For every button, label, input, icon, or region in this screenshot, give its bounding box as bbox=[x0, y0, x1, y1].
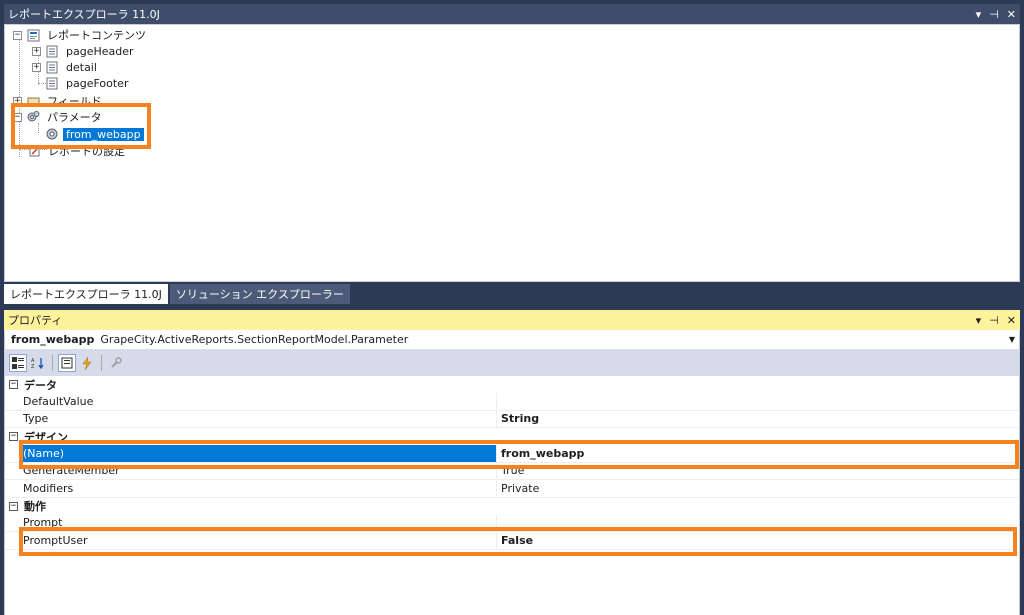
category-behavior[interactable]: − 動作 bbox=[5, 497, 1019, 515]
collapse-icon[interactable]: − bbox=[9, 501, 18, 511]
category-label: データ bbox=[24, 378, 57, 392]
property-value[interactable] bbox=[497, 515, 1019, 532]
properties-view-icon[interactable] bbox=[58, 354, 76, 372]
object-selector[interactable]: from_webapp GrapeCity.ActiveReports.Sect… bbox=[5, 330, 1019, 350]
close-icon[interactable]: ✕ bbox=[1007, 8, 1016, 21]
window-menu-icon[interactable]: ▾ bbox=[976, 314, 982, 327]
property-value[interactable]: True bbox=[497, 463, 1019, 480]
collapse-icon[interactable]: − bbox=[9, 380, 18, 389]
property-name: Prompt bbox=[21, 514, 497, 531]
property-row[interactable]: DefaultValue bbox=[5, 393, 1019, 411]
property-name: PromptUser bbox=[21, 532, 497, 549]
tree-item-label: フィールド bbox=[47, 95, 102, 108]
property-name: (Name) bbox=[21, 445, 497, 462]
toolbar-separator bbox=[52, 355, 53, 371]
tree-item-label: pageHeader bbox=[66, 44, 134, 58]
tree-item-detail[interactable]: + detail bbox=[32, 59, 100, 75]
property-grid: − データ DefaultValue Type String − デザイン (N… bbox=[5, 376, 1019, 550]
window-menu-icon[interactable]: ▾ bbox=[976, 8, 982, 21]
report-explorer-title-controls: ▾ ⊣ ✕ bbox=[976, 4, 1016, 24]
property-value[interactable]: String bbox=[497, 411, 1019, 428]
events-lightning-icon[interactable] bbox=[78, 354, 96, 372]
properties-title-bar: プロパティ ▾ ⊣ ✕ bbox=[4, 310, 1020, 330]
tree-item-fields[interactable]: + フィールド bbox=[13, 93, 105, 109]
categorized-view-icon[interactable] bbox=[9, 354, 27, 372]
pin-icon[interactable]: ⊣ bbox=[989, 8, 999, 21]
collapse-icon[interactable]: − bbox=[9, 432, 18, 441]
expand-icon[interactable]: + bbox=[32, 62, 41, 72]
pin-icon[interactable]: ⊣ bbox=[989, 314, 999, 327]
properties-panel: from_webapp GrapeCity.ActiveReports.Sect… bbox=[4, 330, 1020, 615]
property-row-prompt-user[interactable]: PromptUser False bbox=[5, 532, 1019, 550]
section-icon bbox=[45, 44, 59, 58]
category-design[interactable]: − デザイン bbox=[5, 428, 1019, 445]
section-icon bbox=[45, 76, 59, 90]
property-name: Type bbox=[21, 410, 497, 427]
properties-title: プロパティ bbox=[8, 314, 63, 327]
settings-icon bbox=[27, 144, 41, 158]
property-row[interactable]: Modifiers Private bbox=[5, 480, 1019, 498]
property-row[interactable]: Prompt bbox=[5, 514, 1019, 532]
property-row[interactable]: Type String bbox=[5, 410, 1019, 428]
property-name: GenerateMember bbox=[21, 462, 497, 479]
properties-title-controls: ▾ ⊣ ✕ bbox=[976, 310, 1016, 330]
report-icon bbox=[26, 28, 40, 42]
fields-icon bbox=[26, 94, 40, 108]
category-data[interactable]: − データ bbox=[5, 376, 1019, 393]
tree-item-label: レポートコンテンツ bbox=[47, 29, 146, 42]
dropdown-arrow-icon[interactable]: ▼ bbox=[1009, 335, 1015, 344]
tree-item-page-header[interactable]: + pageHeader bbox=[32, 43, 137, 59]
tree-item-report-settings[interactable]: レポートの設定 bbox=[27, 143, 128, 159]
svg-text:Z: Z bbox=[31, 364, 35, 369]
tree-item-label: detail bbox=[66, 60, 97, 74]
tree-item-label: from_webapp bbox=[63, 127, 144, 141]
expand-icon[interactable]: + bbox=[32, 46, 41, 56]
property-name: Modifiers bbox=[21, 480, 497, 497]
report-explorer-tree: − レポートコンテンツ + pageHeader + detail pageFo… bbox=[4, 24, 1020, 282]
tree-item-page-footer[interactable]: pageFooter bbox=[45, 75, 131, 91]
expand-icon[interactable]: + bbox=[13, 96, 22, 106]
tree-item-label: レポートの設定 bbox=[48, 145, 125, 158]
property-row-name[interactable]: (Name) from_webapp bbox=[5, 445, 1019, 463]
object-name: from_webapp bbox=[11, 333, 95, 346]
property-name: DefaultValue bbox=[21, 393, 497, 410]
parameters-gear-icon bbox=[26, 110, 40, 124]
report-explorer-title-bar: レポートエクスプローラ 11.0J ▾ ⊣ ✕ bbox=[4, 4, 1020, 24]
category-label: デザイン bbox=[24, 430, 68, 444]
close-icon[interactable]: ✕ bbox=[1007, 314, 1016, 327]
object-type: GrapeCity.ActiveReports.SectionReportMod… bbox=[100, 333, 409, 346]
properties-toolbar: AZ bbox=[5, 350, 1019, 376]
property-value[interactable]: False bbox=[497, 532, 1019, 549]
property-pages-wrench-icon[interactable] bbox=[107, 354, 125, 372]
tree-item-label: pageFooter bbox=[66, 76, 129, 90]
property-value[interactable]: Private bbox=[497, 480, 1019, 497]
category-label: 動作 bbox=[24, 500, 46, 513]
tab-solution-explorer[interactable]: ソリューション エクスプローラー bbox=[169, 284, 350, 304]
tab-report-explorer[interactable]: レポートエクスプローラ 11.0J bbox=[4, 284, 168, 304]
property-value[interactable]: from_webapp bbox=[497, 445, 1019, 462]
tree-item-label: パラメータ bbox=[47, 111, 102, 124]
tree-item-parameters[interactable]: − パラメータ bbox=[13, 109, 105, 125]
section-icon bbox=[45, 60, 59, 74]
property-value[interactable] bbox=[497, 393, 1019, 410]
property-row[interactable]: GenerateMember True bbox=[5, 462, 1019, 480]
toolbar-separator bbox=[101, 355, 102, 371]
tree-item-report-contents[interactable]: − レポートコンテンツ bbox=[13, 27, 149, 43]
tree-item-param-from-webapp[interactable]: from_webapp bbox=[45, 126, 144, 142]
alphabetical-sort-icon[interactable]: AZ bbox=[29, 354, 47, 372]
collapse-icon[interactable]: − bbox=[13, 30, 22, 40]
report-explorer-title: レポートエクスプローラ 11.0J bbox=[8, 8, 160, 21]
parameter-gear-icon bbox=[45, 127, 59, 141]
collapse-icon[interactable]: − bbox=[13, 112, 22, 122]
explorer-tab-strip: レポートエクスプローラ 11.0J ソリューション エクスプローラー bbox=[4, 284, 350, 304]
